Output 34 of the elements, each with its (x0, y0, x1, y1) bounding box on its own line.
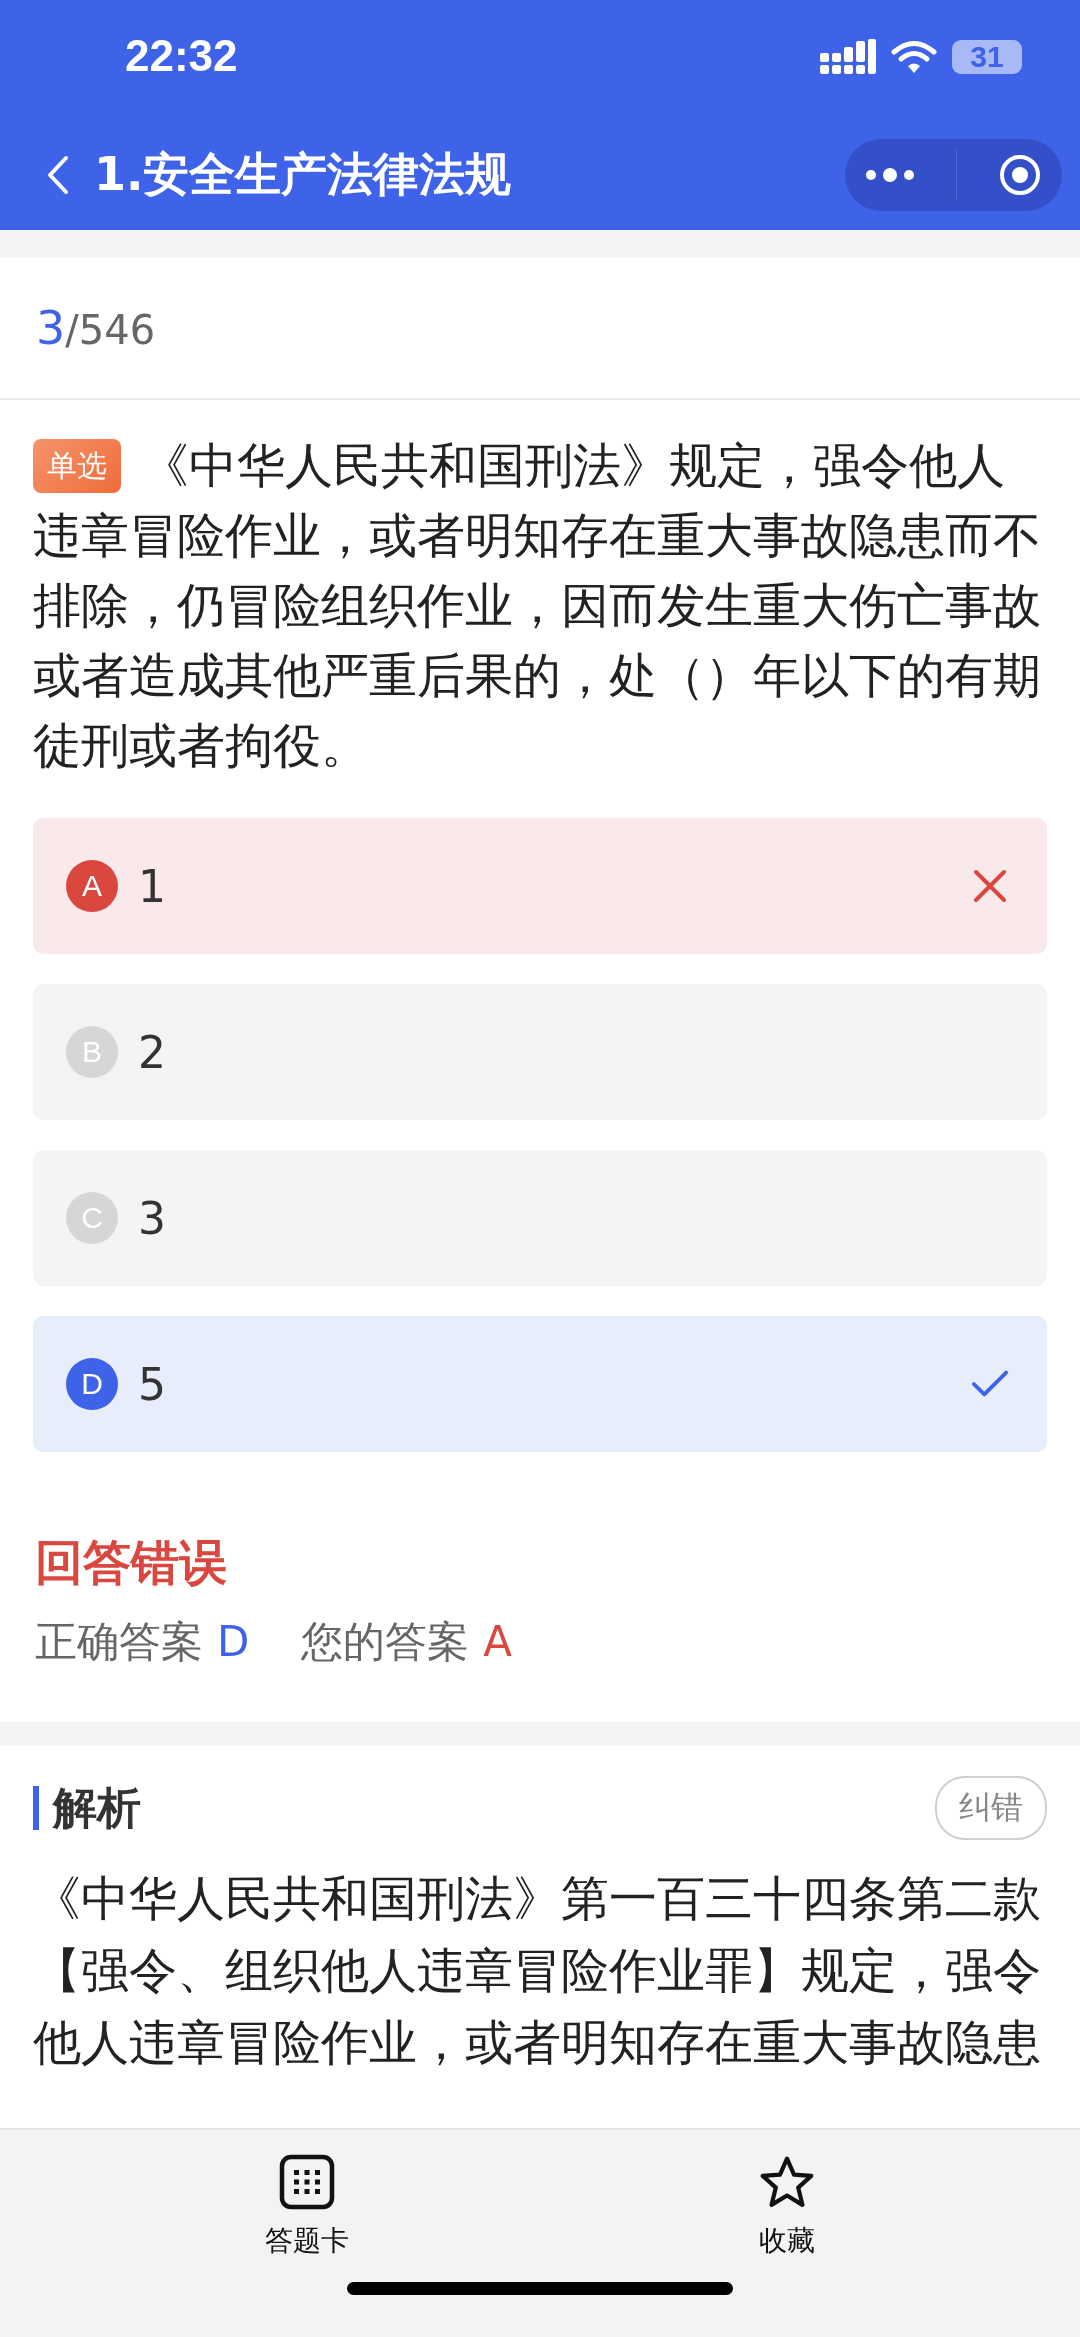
battery-icon: 31 (952, 40, 1022, 74)
question-text: 单选 《中华人民共和国刑法》规定，强令他人违章冒险作业，或者明知存在重大事故隐患而不排除，仍冒险组织作业，因而发生重大伤亡事故或者造成其他严重后果的，处（）年以下的有期徒刑或者拘役。 (33, 436, 1042, 775)
option-letter: A (66, 860, 118, 912)
cross-icon (971, 868, 1009, 904)
total-count: /546 (65, 307, 156, 353)
bottom-tab[interactable]: 答题卡 (265, 2154, 349, 2260)
option-text: 1 (138, 860, 167, 912)
title-accent-bar (33, 1786, 39, 1830)
analysis-title: 解析 (53, 1780, 141, 1835)
answer-option[interactable]: D 5 (33, 1316, 1047, 1452)
page-title: 1.安全生产法律法规 (94, 146, 513, 203)
wifi-icon (890, 39, 938, 75)
option-letter: D (66, 1358, 118, 1410)
option-text: 3 (138, 1192, 167, 1244)
report-error-button[interactable]: 纠错 (935, 1776, 1047, 1840)
signal-icon (820, 39, 876, 75)
star-icon (759, 2154, 815, 2210)
type-badge: 单选 (33, 439, 121, 493)
your-answer-label: 您的答案 (301, 1616, 470, 1668)
current-number: 3 (36, 301, 66, 355)
back-icon[interactable] (46, 155, 70, 195)
option-text: 5 (138, 1358, 167, 1410)
status-time: 22:32 (125, 31, 238, 81)
answer-option[interactable]: A 1 (33, 818, 1047, 954)
analysis-text: 《中华人民共和国刑法》第一百三十四条第二款【强令、组织他人违章冒险作业罪】规定，强令他人违章冒险作业，或者明知存在重大事故隐患 (33, 1869, 1042, 2072)
bottom-tab[interactable]: 收藏 (759, 2154, 815, 2260)
result-title: 回答错误 (35, 1533, 228, 1592)
your-answer: A (483, 1616, 513, 1668)
option-text: 2 (138, 1026, 167, 1078)
correct-answer-label: 正确答案 (35, 1616, 203, 1668)
correct-answer: D (217, 1616, 250, 1668)
close-icon[interactable] (997, 153, 1042, 197)
more-icon[interactable] (865, 167, 916, 183)
grid-icon (279, 2154, 335, 2210)
